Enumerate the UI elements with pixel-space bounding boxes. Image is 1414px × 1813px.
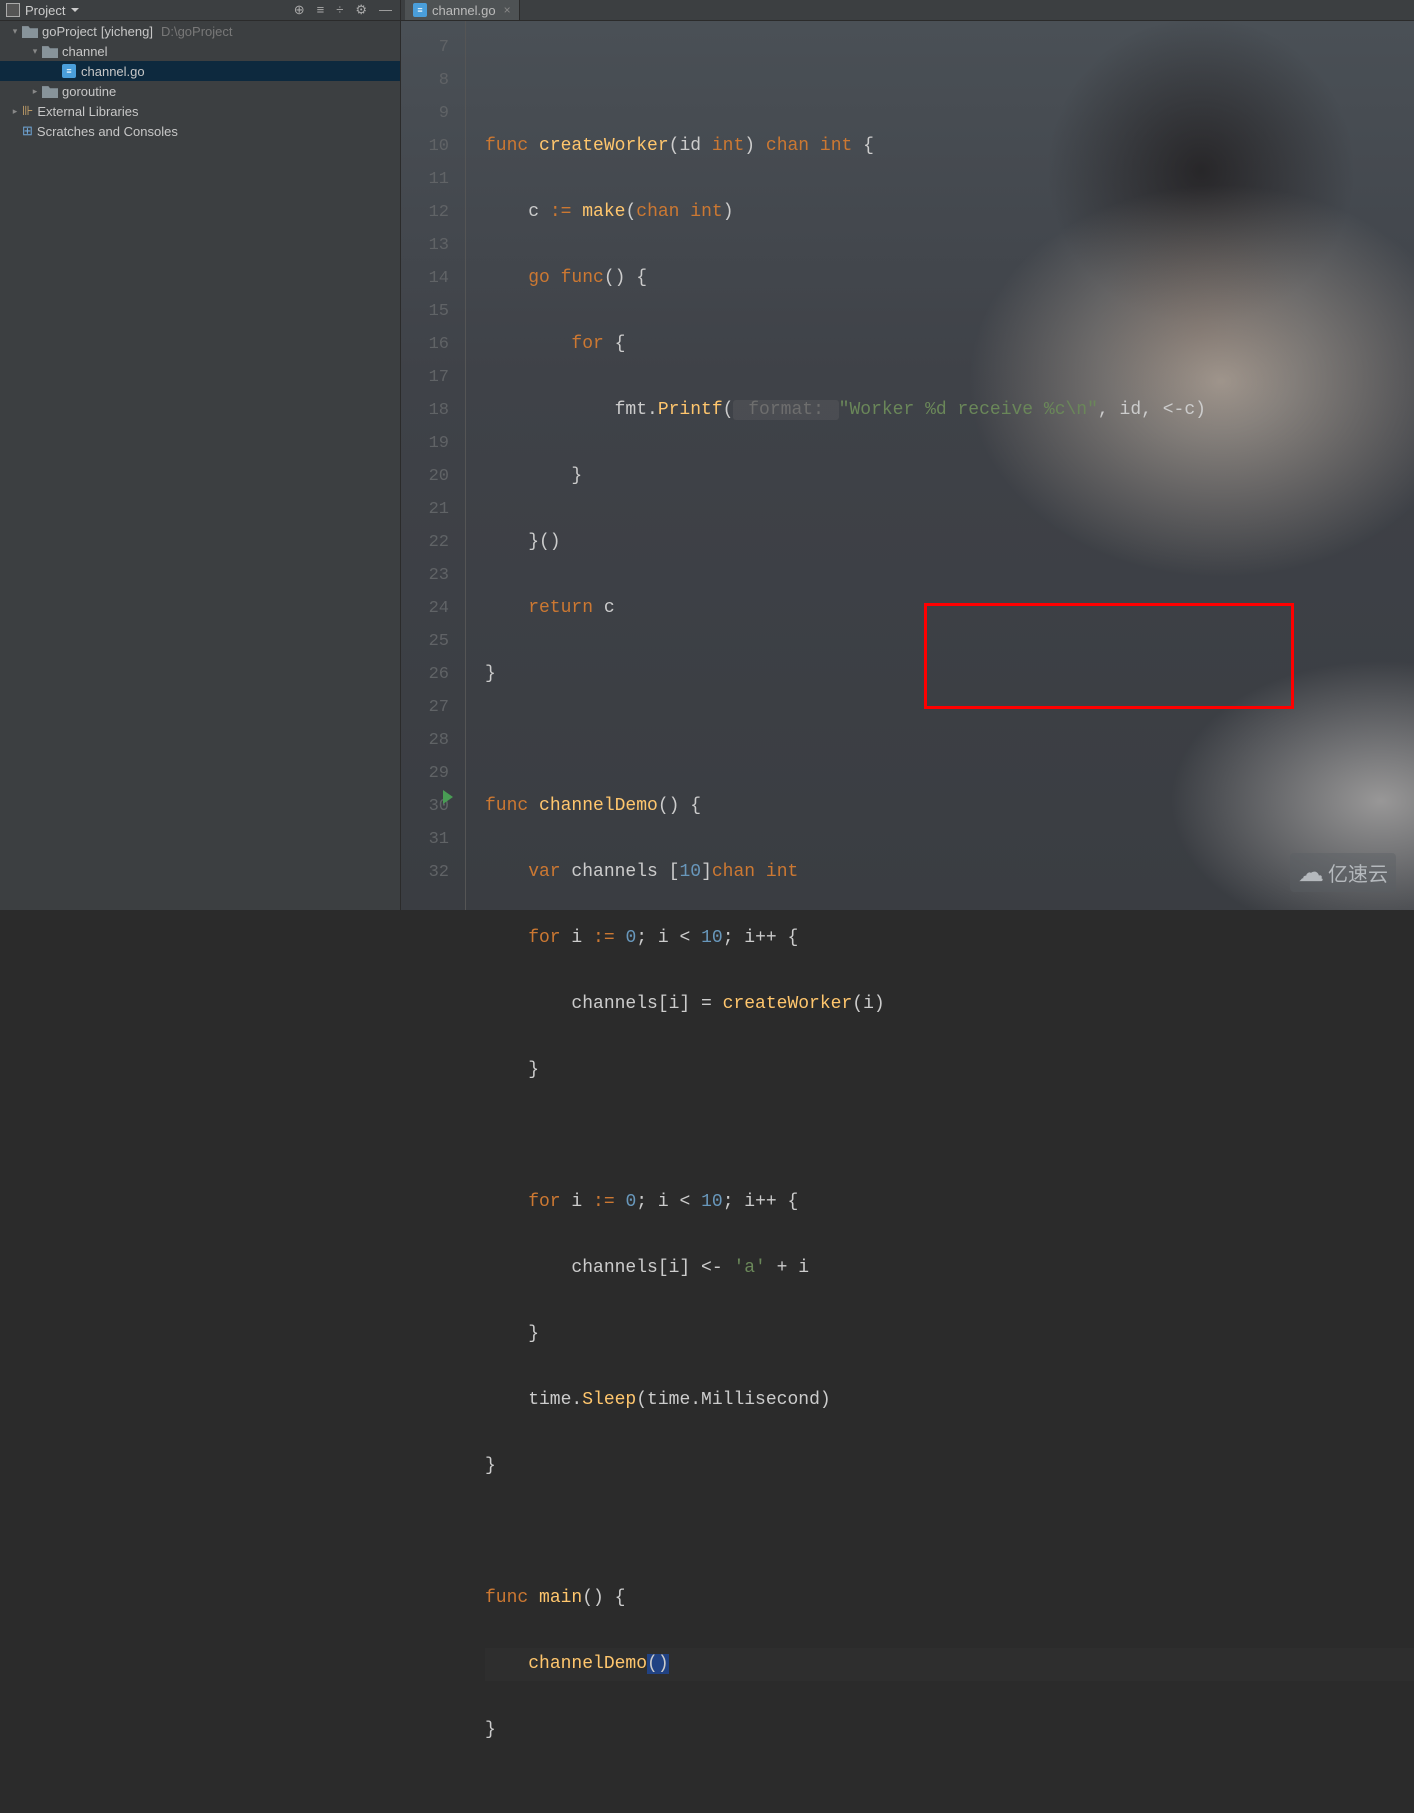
code-line: time.Sleep(time.Millisecond) <box>485 1384 1414 1417</box>
code-line: for i := 0; i < 10; i++ { <box>485 922 1414 955</box>
code-line: } <box>485 460 1414 493</box>
code-line <box>485 64 1414 97</box>
code-line: } <box>485 1054 1414 1087</box>
code-line: func createWorker(id int) chan int { <box>485 130 1414 163</box>
tree-channel-file[interactable]: ≡ channel.go <box>0 61 400 81</box>
run-gutter-icon[interactable] <box>443 790 453 804</box>
expand-icon[interactable]: ÷ <box>336 2 343 18</box>
close-icon[interactable]: × <box>504 3 511 17</box>
project-window-icon <box>6 3 20 17</box>
editor-tabbar: ≡ channel.go × <box>401 0 1414 20</box>
tree-root[interactable]: ▾ goProject [yicheng] D:\goProject <box>0 21 400 41</box>
tree-external-libs[interactable]: ▸ External Libraries <box>0 101 400 121</box>
code-editor[interactable]: 7891011121314151617181920212223 24252627… <box>401 21 1414 910</box>
tree-scratches[interactable]: Scratches and Consoles <box>0 121 400 141</box>
folder-icon <box>22 24 38 38</box>
tab-channel-go[interactable]: ≡ channel.go × <box>405 0 520 20</box>
chevron-down-icon[interactable]: ▾ <box>8 26 22 37</box>
chevron-down-icon[interactable] <box>71 8 79 12</box>
chevron-right-icon[interactable]: ▸ <box>8 106 22 117</box>
code-content[interactable]: func createWorker(id int) chan int { c :… <box>485 21 1414 910</box>
cloud-icon: ☁ <box>1298 857 1324 888</box>
target-icon[interactable]: ⊕ <box>294 2 305 18</box>
tree-goroutine-folder[interactable]: ▸ goroutine <box>0 81 400 101</box>
line-number-gutter: 7891011121314151617181920212223 24252627… <box>401 21 463 910</box>
code-line: return c <box>485 592 1414 625</box>
go-file-icon: ≡ <box>62 64 76 78</box>
code-line: channels[i] = createWorker(i) <box>485 988 1414 1021</box>
code-line: channels[i] <- 'a' + i <box>485 1252 1414 1285</box>
code-line: } <box>485 1714 1414 1747</box>
code-line <box>485 1516 1414 1549</box>
tree-channel-folder[interactable]: ▾ channel <box>0 41 400 61</box>
code-line: c := make(chan int) <box>485 196 1414 229</box>
code-line: func main() { <box>485 1582 1414 1615</box>
folder-icon <box>42 84 58 98</box>
gear-icon[interactable]: ⚙ <box>355 2 367 18</box>
chevron-down-icon[interactable]: ▾ <box>28 46 42 57</box>
code-line: go func() { <box>485 262 1414 295</box>
chevron-right-icon[interactable]: ▸ <box>28 86 42 97</box>
code-line: func channelDemo() { <box>485 790 1414 823</box>
code-line: channelDemo() <box>485 1648 1414 1681</box>
minimize-icon[interactable]: — <box>379 2 392 18</box>
code-line: }() <box>485 526 1414 559</box>
fold-column[interactable] <box>463 21 485 910</box>
code-line <box>485 1120 1414 1153</box>
watermark: ☁ 亿速云 <box>1290 853 1396 892</box>
code-line: for { <box>485 328 1414 361</box>
code-line: } <box>485 658 1414 691</box>
top-tabbar: Project ⊕ ≡ ÷ ⚙ — ≡ channel.go × <box>0 0 1414 21</box>
tab-label: channel.go <box>432 3 496 18</box>
library-icon <box>22 103 33 119</box>
code-line: fmt.Printf( format: "Worker %d receive %… <box>485 394 1414 427</box>
code-line <box>485 724 1414 757</box>
collapse-icon[interactable]: ≡ <box>317 2 325 18</box>
folder-icon <box>42 44 58 58</box>
code-line: } <box>485 1450 1414 1483</box>
scratches-icon <box>22 123 33 139</box>
project-tree[interactable]: ▾ goProject [yicheng] D:\goProject ▾ cha… <box>0 21 401 910</box>
project-tool-header[interactable]: Project ⊕ ≡ ÷ ⚙ — <box>0 0 401 20</box>
code-line: } <box>485 1318 1414 1351</box>
project-label: Project <box>25 3 65 18</box>
code-line: var channels [10]chan int <box>485 856 1414 889</box>
code-line: for i := 0; i < 10; i++ { <box>485 1186 1414 1219</box>
go-file-icon: ≡ <box>413 3 427 17</box>
